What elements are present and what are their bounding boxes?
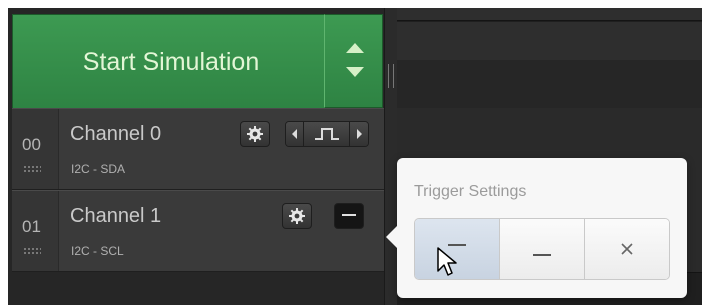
timeline-header: [397, 60, 702, 109]
start-simulation-button[interactable]: Start Simulation: [12, 14, 329, 110]
arrow-down-icon: [346, 67, 364, 77]
arrow-up-icon: [346, 43, 364, 53]
timeline-ruler: [397, 22, 702, 61]
gear-icon: [289, 208, 305, 224]
trigger-option-none[interactable]: [585, 219, 669, 279]
close-icon: [621, 243, 633, 255]
splitter-grip-icon: [388, 64, 394, 88]
channel-number: 01: [22, 217, 41, 236]
channel-row: 00 Channel 0 I2C - SDA: [12, 108, 384, 190]
channel-number: 00: [22, 135, 41, 154]
trigger-mode-button[interactable]: [304, 122, 350, 146]
panel-splitter[interactable]: [384, 8, 398, 305]
chevron-left-icon: [291, 129, 297, 139]
gear-icon: [247, 126, 263, 142]
channel-protocol: I2C - SCL: [71, 244, 124, 258]
channel-index-cell: 00: [12, 109, 59, 189]
drag-handle-icon[interactable]: [23, 165, 41, 172]
timeline-ruler-top: [397, 8, 702, 21]
popover-arrow: [386, 226, 397, 248]
trigger-selector-group: [285, 121, 369, 147]
trigger-high-icon: [342, 214, 356, 216]
channel-settings-button[interactable]: [282, 203, 312, 229]
channel-protocol: I2C - SDA: [71, 162, 126, 176]
start-options-spinner[interactable]: [324, 14, 383, 108]
next-trigger-button[interactable]: [350, 122, 368, 146]
channel-index-cell: 01: [12, 191, 59, 271]
trigger-setting-button[interactable]: [334, 203, 364, 229]
channel-row: 01 Channel 1 I2C - SCL: [12, 190, 384, 272]
pulse-trigger-icon: [314, 128, 339, 140]
trigger-low-icon: [533, 254, 551, 256]
mouse-pointer-icon: [437, 247, 457, 276]
channel-name[interactable]: Channel 1: [70, 205, 161, 228]
start-simulation-label: Start Simulation: [82, 47, 260, 76]
channel-name[interactable]: Channel 0: [70, 123, 161, 146]
popover-title: Trigger Settings: [414, 183, 527, 200]
previous-trigger-button[interactable]: [286, 122, 304, 146]
trigger-option-low[interactable]: [500, 219, 585, 279]
channel-settings-button[interactable]: [240, 121, 270, 147]
logic-analyzer-window: Start Simulation 00 Channel 0 I2C - SDA: [8, 8, 702, 305]
drag-handle-icon[interactable]: [23, 247, 41, 254]
chevron-right-icon: [357, 129, 362, 139]
